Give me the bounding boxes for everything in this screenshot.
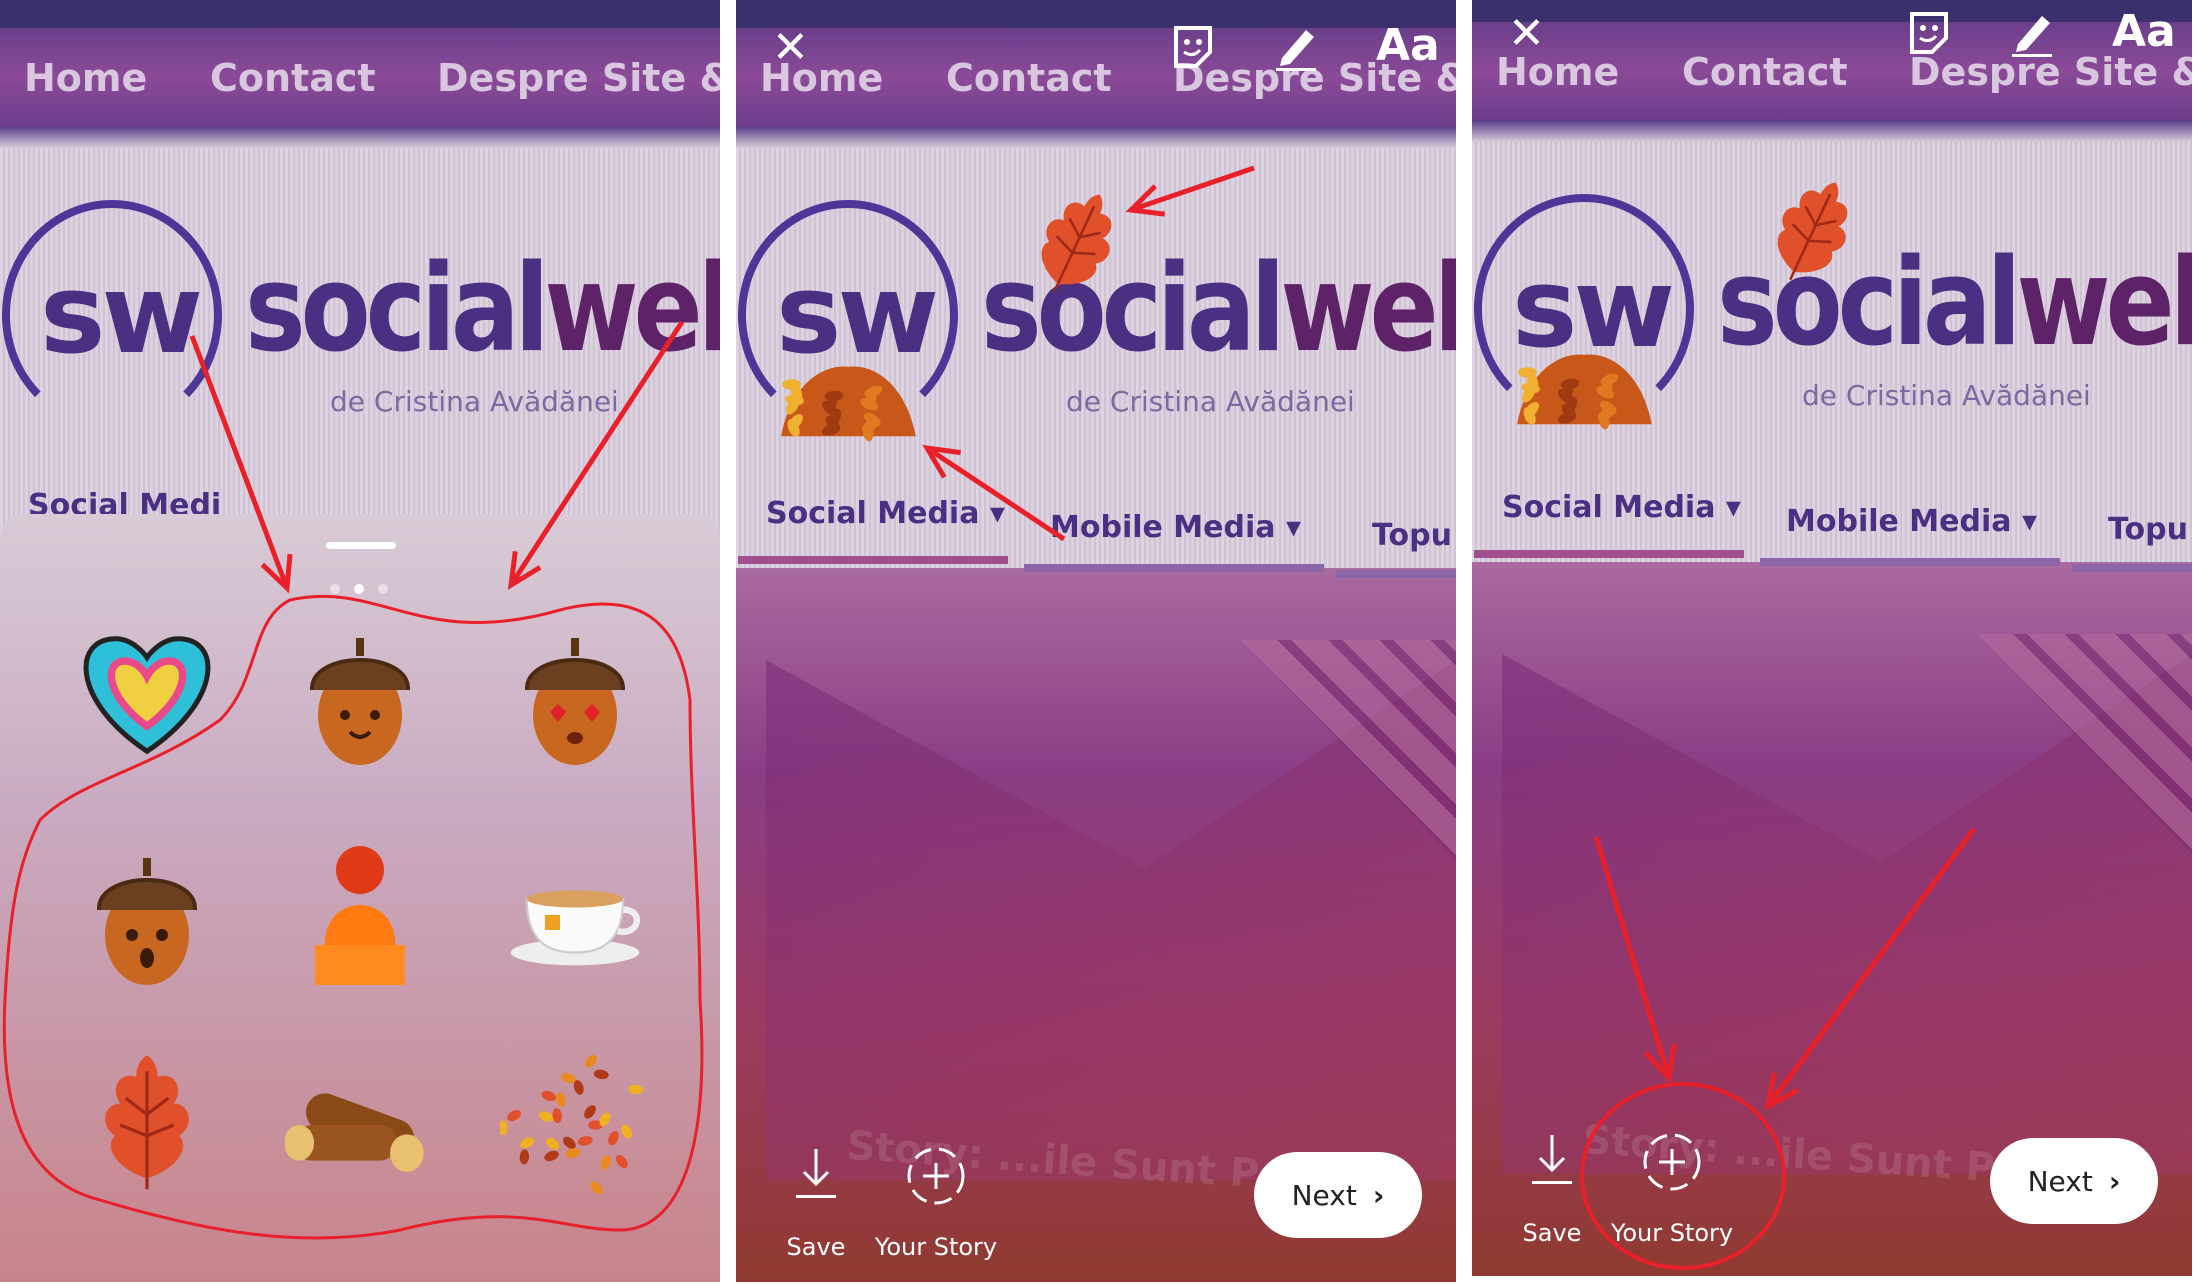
annotation-overlay	[2, 165, 1977, 1270]
annotation-arrow	[1764, 827, 1977, 1111]
annotation-arrow	[922, 444, 1066, 542]
annotation-arrow	[507, 320, 685, 590]
annotation-arrow	[189, 335, 293, 594]
annotation-arrow	[1593, 836, 1677, 1084]
annotation-arrow	[1125, 165, 1255, 217]
annotation-circle	[1580, 1082, 1786, 1270]
annotation-outline	[2, 594, 704, 1240]
